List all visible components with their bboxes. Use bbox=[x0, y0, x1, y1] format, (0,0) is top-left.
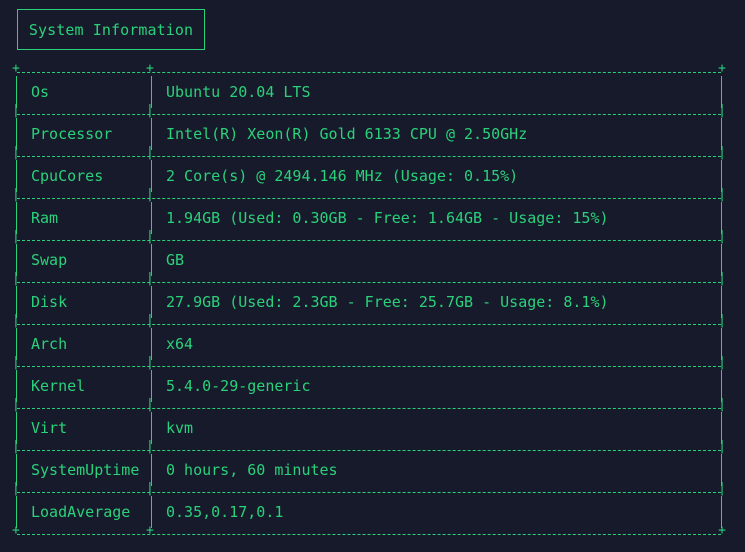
row-value: 0 hours, 60 minutes bbox=[166, 461, 338, 479]
row-key: Virt bbox=[31, 419, 68, 437]
row-key: LoadAverage bbox=[31, 503, 131, 521]
table-row-swap: Swap GB bbox=[13, 244, 725, 276]
row-key: Swap bbox=[31, 251, 68, 269]
page-title: System Information bbox=[28, 20, 194, 39]
table-divider: | | | bbox=[12, 271, 726, 286]
table-divider: | | | bbox=[12, 397, 726, 412]
row-value: Ubuntu 20.04 LTS bbox=[166, 83, 311, 101]
row-key: Processor bbox=[31, 125, 113, 143]
row-value: kvm bbox=[166, 419, 194, 437]
system-info-table: + + + Os Ubuntu 20.04 LTS | | | Processor In… bbox=[12, 61, 726, 538]
row-value: 1.94GB (Used: 0.30GB - Free: 1.64GB - Us… bbox=[166, 209, 609, 227]
system-information-title: System Information bbox=[17, 9, 205, 50]
row-key: Kernel bbox=[31, 377, 86, 395]
row-key: Ram bbox=[31, 209, 59, 227]
row-key: Os bbox=[31, 83, 50, 101]
row-key: CpuCores bbox=[31, 167, 104, 185]
row-key: Arch bbox=[31, 335, 68, 353]
table-divider: | | | bbox=[12, 145, 726, 160]
row-value: x64 bbox=[166, 335, 194, 353]
row-value: 5.4.0-29-generic bbox=[166, 377, 311, 395]
table-divider: | | | bbox=[12, 439, 726, 454]
table-row-cpucores: CpuCores 2 Core(s) @ 2494.146 MHz (Usage… bbox=[13, 160, 725, 192]
table-divider: + + + bbox=[12, 61, 726, 76]
table-divider: | | | bbox=[12, 103, 726, 118]
table-row-ram: Ram 1.94GB (Used: 0.30GB - Free: 1.64GB … bbox=[13, 202, 725, 234]
row-key: Disk bbox=[31, 293, 68, 311]
row-value: GB bbox=[166, 251, 185, 269]
row-value: 27.9GB (Used: 2.3GB - Free: 25.7GB - Usa… bbox=[166, 293, 609, 311]
table-row-systemuptime: SystemUptime 0 hours, 60 minutes bbox=[13, 454, 725, 486]
table-row-kernel: Kernel 5.4.0-29-generic bbox=[13, 370, 725, 402]
table-divider: | | | bbox=[12, 229, 726, 244]
table-divider: + + + bbox=[12, 523, 726, 538]
table-row-disk: Disk 27.9GB (Used: 2.3GB - Free: 25.7GB … bbox=[13, 286, 725, 318]
table-row-os: Os Ubuntu 20.04 LTS bbox=[13, 76, 725, 108]
row-value: 0.35,0.17,0.1 bbox=[166, 503, 284, 521]
table-row-arch: Arch x64 bbox=[13, 328, 725, 360]
row-value: 2 Core(s) @ 2494.146 MHz (Usage: 0.15%) bbox=[166, 167, 519, 185]
table-row-virt: Virt kvm bbox=[13, 412, 725, 444]
row-value: Intel(R) Xeon(R) Gold 6133 CPU @ 2.50GHz bbox=[166, 125, 528, 143]
table-divider: | | | bbox=[12, 187, 726, 202]
table-divider: | | | bbox=[12, 481, 726, 496]
table-row-loadaverage: LoadAverage 0.35,0.17,0.1 bbox=[13, 496, 725, 528]
table-divider: | | | bbox=[12, 313, 726, 328]
row-key: SystemUptime bbox=[31, 461, 140, 479]
table-divider: | | | bbox=[12, 355, 726, 370]
table-row-processor: Processor Intel(R) Xeon(R) Gold 6133 CPU… bbox=[13, 118, 725, 150]
